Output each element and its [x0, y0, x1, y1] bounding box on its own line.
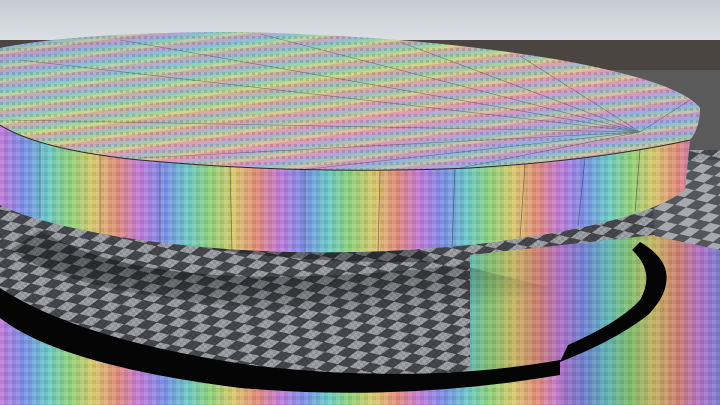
scene-render — [0, 0, 720, 405]
game-viewport[interactable] — [0, 0, 720, 405]
